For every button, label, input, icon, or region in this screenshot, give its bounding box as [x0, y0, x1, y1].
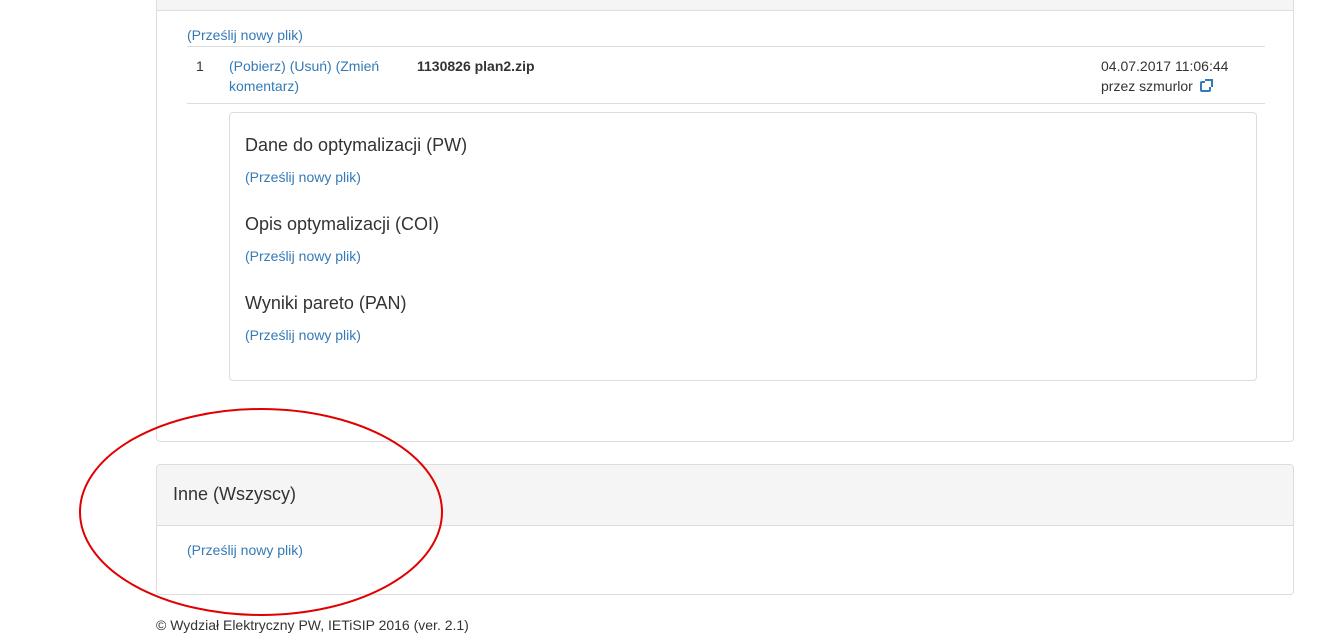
upload-link-coi[interactable]: (Prześlij nowy plik) — [245, 248, 361, 264]
delete-link[interactable]: (Usuń) — [290, 58, 332, 74]
files-panel: (Prześlij nowy plik) 1 (Pobierz) (Usuń) … — [156, 0, 1294, 442]
section-title-pan: Wyniki pareto (PAN) — [245, 293, 407, 313]
file-name: 1130826 plan2.zip — [417, 58, 535, 74]
file-author: przez szmurlor — [1101, 78, 1193, 94]
download-link[interactable]: (Pobierz) — [229, 58, 286, 74]
section-title-pw: Dane do optymalizacji (PW) — [245, 135, 468, 155]
upload-new-file-link[interactable]: (Prześlij nowy plik) — [187, 542, 303, 558]
subsections-panel: Dane do optymalizacji (PW) (Prześlij now… — [229, 112, 1257, 381]
file-actions: (Pobierz) (Usuń) (Zmień komentarz) — [229, 56, 404, 96]
upload-link-pw[interactable]: (Prześlij nowy plik) — [245, 169, 361, 185]
footer-text: © Wydział Elektryczny PW, IETiSIP 2016 (… — [156, 617, 469, 633]
panel-header: Inne (Wszyscy) — [157, 465, 1293, 526]
external-link-icon[interactable] — [1199, 79, 1213, 92]
upload-link-pan[interactable]: (Prześlij nowy plik) — [245, 327, 361, 343]
panel-header — [157, 0, 1293, 11]
other-files-panel: Inne (Wszyscy) (Prześlij nowy plik) — [156, 464, 1294, 595]
upload-new-file-link[interactable]: (Prześlij nowy plik) — [187, 27, 303, 43]
file-number: 1 — [196, 58, 204, 74]
file-meta: 04.07.2017 11:06:44 przez szmurlor — [1101, 56, 1228, 96]
file-date: 04.07.2017 11:06:44 — [1101, 58, 1229, 74]
section-title-coi: Opis optymalizacji (COI) — [245, 214, 440, 234]
panel-title: Inne (Wszyscy) — [173, 484, 297, 504]
file-row: 1 (Pobierz) (Usuń) (Zmień komentarz) 1130… — [187, 46, 1265, 104]
